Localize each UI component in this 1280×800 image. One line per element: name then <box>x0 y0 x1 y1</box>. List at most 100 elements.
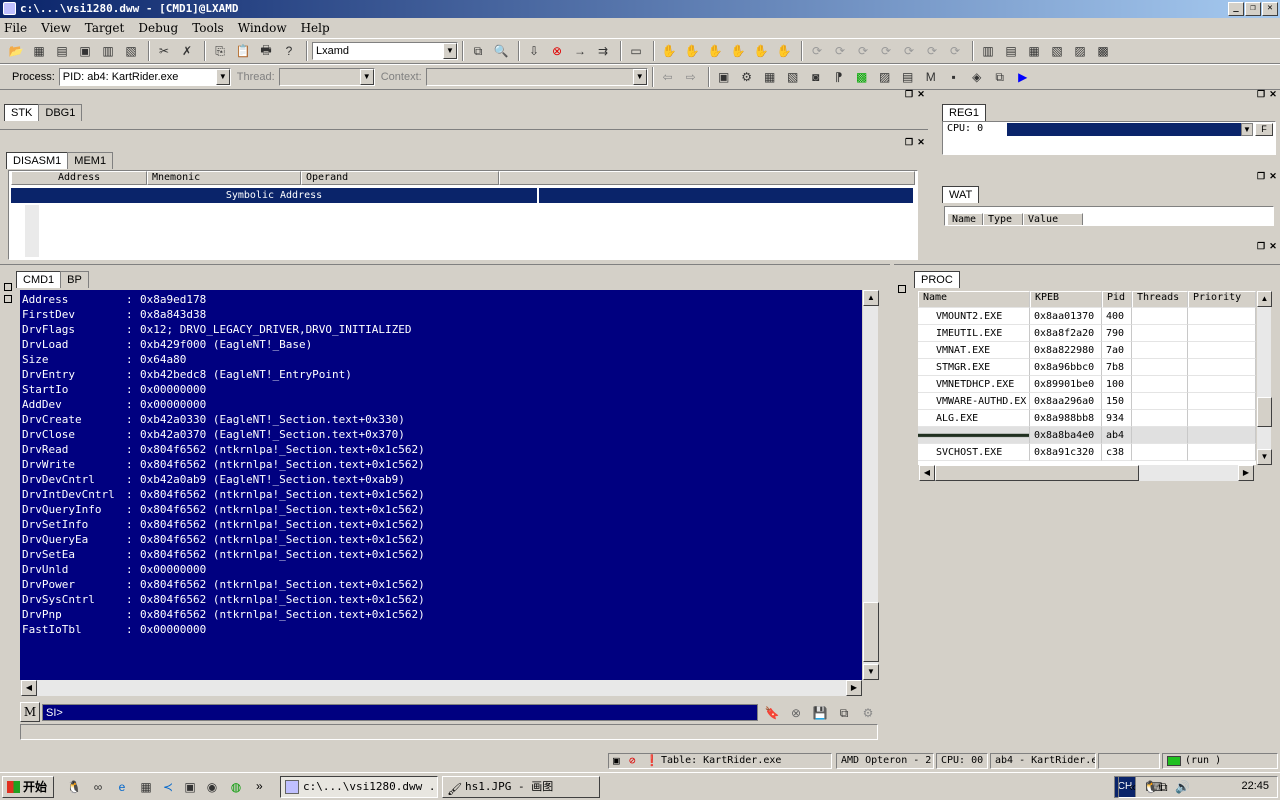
quicklaunch-grid-icon[interactable]: ▦ <box>136 777 156 797</box>
disasm-view[interactable]: Address Mnemonic Operand Symbolic Addres… <box>8 170 918 260</box>
tool12-icon[interactable]: ◈ <box>967 67 987 87</box>
trace1-icon[interactable]: ⟳ <box>807 41 827 61</box>
tab-cmd1[interactable]: CMD1 <box>16 271 62 288</box>
col-proc-threads[interactable]: Threads <box>1132 291 1188 308</box>
chevron-down-icon[interactable]: ▼ <box>359 69 374 85</box>
window-icon[interactable]: ⧉ <box>834 703 854 723</box>
pane-restore-icon[interactable]: ❐ <box>904 138 914 148</box>
col-address[interactable]: Address <box>11 171 147 185</box>
copy-icon[interactable]: ⎘ <box>210 41 230 61</box>
pane-close-icon[interactable]: ✕ <box>1268 172 1278 182</box>
tool7-icon[interactable]: ▩ <box>852 67 872 87</box>
menu-view[interactable]: View <box>41 21 71 35</box>
workspace-close-icon[interactable]: ▣ <box>75 41 95 61</box>
process-row[interactable]: ALG.EXE 0x8a988bb8 934 <box>918 410 1256 427</box>
process-vscrollbar[interactable]: ▲ ▼ <box>1256 291 1272 465</box>
workspace-delete-icon[interactable]: ▥ <box>98 41 118 61</box>
scroll-thumb[interactable] <box>935 465 1139 481</box>
hand3-icon[interactable]: ✋ <box>728 41 748 61</box>
scroll-thumb[interactable] <box>1257 397 1272 427</box>
process-combo[interactable]: PID: ab4: KartRider.exe ▼ <box>58 68 231 86</box>
tray-volume-icon[interactable]: 🔊 <box>1175 780 1190 794</box>
tray-clock[interactable]: 22:45 <box>1241 780 1269 792</box>
view2-icon[interactable]: ▧ <box>1047 41 1067 61</box>
col-type[interactable]: Type <box>983 213 1023 225</box>
pane-restore-icon[interactable]: ❐ <box>904 90 914 100</box>
task-paint[interactable]: 🖌 hs1.JPG - 画图 <box>442 776 600 798</box>
scroll-right-icon[interactable]: ▶ <box>1238 465 1254 481</box>
workspace-icon[interactable]: ▦ <box>29 41 49 61</box>
step-icon[interactable]: ⇩ <box>524 41 544 61</box>
pane-close-icon[interactable]: ✕ <box>1268 242 1278 252</box>
tab-wat[interactable]: WAT <box>942 186 980 203</box>
hand4-icon[interactable]: ✋ <box>751 41 771 61</box>
tray-qq-icon[interactable]: 🐧 <box>1143 780 1158 794</box>
menu-tools[interactable]: Tools <box>192 21 224 35</box>
scroll-down-icon[interactable]: ▼ <box>1257 449 1272 465</box>
restore-button[interactable]: ❐ <box>1245 2 1261 16</box>
scroll-thumb[interactable] <box>863 602 879 662</box>
col-proc-name[interactable]: Name <box>918 291 1030 308</box>
tab-mem1[interactable]: MEM1 <box>67 152 114 169</box>
view1-icon[interactable]: ▦ <box>1024 41 1044 61</box>
workspace-save-icon[interactable]: ▤ <box>52 41 72 61</box>
pane-pin-icon[interactable] <box>4 283 12 291</box>
connect-icon[interactable]: ⧉ <box>468 41 488 61</box>
settings-icon[interactable]: ⚙ <box>858 703 878 723</box>
hand1-icon[interactable]: ✋ <box>682 41 702 61</box>
cancel-icon[interactable]: ⊗ <box>786 703 806 723</box>
start-button[interactable]: 开始 <box>2 776 54 798</box>
halt-icon[interactable]: ✋ <box>659 41 679 61</box>
tab-proc[interactable]: PROC <box>914 271 960 288</box>
command-output[interactable]: Address:0x8a9ed178 FirstDev:0x8a843d38 Drv… <box>20 290 862 680</box>
command-input[interactable]: SI> <box>42 704 758 721</box>
quicklaunch-arrow-icon[interactable]: ≺ <box>158 777 178 797</box>
window-list-icon[interactable]: ▭ <box>626 41 646 61</box>
print-icon[interactable]: 🖶 <box>256 41 276 61</box>
process-row[interactable]: VMNETDHCP.EXE 0x89901be0 100 <box>918 376 1256 393</box>
quicklaunch-disc-icon[interactable]: ◉ <box>202 777 222 797</box>
cpu-select[interactable] <box>1007 123 1243 136</box>
view4-icon[interactable]: ▩ <box>1093 41 1113 61</box>
notes-icon[interactable]: ▧ <box>121 41 141 61</box>
context-combo[interactable]: ▼ <box>425 68 648 86</box>
menu-file[interactable]: File <box>4 21 27 35</box>
tool13-icon[interactable]: ⧉ <box>990 67 1010 87</box>
trace3-icon[interactable]: ⟳ <box>853 41 873 61</box>
tool9-icon[interactable]: ▤ <box>898 67 918 87</box>
pane-close-icon[interactable]: ✕ <box>916 90 926 100</box>
quicklaunch-link-icon[interactable]: ∞ <box>88 777 108 797</box>
delete-icon[interactable]: ✗ <box>177 41 197 61</box>
col-name[interactable]: Name <box>947 213 983 225</box>
hand5-icon[interactable]: ✋ <box>774 41 794 61</box>
paste-icon[interactable]: 📋 <box>233 41 253 61</box>
quicklaunch-app-icon[interactable]: ▣ <box>180 777 200 797</box>
menu-help[interactable]: Help <box>301 21 330 35</box>
quicklaunch-more[interactable]: » <box>256 779 263 793</box>
process-row[interactable]: STMGR.EXE 0x8a96bbc0 7b8 <box>918 359 1256 376</box>
process-row[interactable]: VMOUNT2.EXE 0x8aa01370 400 <box>918 308 1256 325</box>
save-icon[interactable]: 💾 <box>810 703 830 723</box>
col-proc-kpeb[interactable]: KPEB <box>1030 291 1102 308</box>
col-extra[interactable] <box>499 171 915 185</box>
console-vscrollbar[interactable]: ▲ ▼ <box>862 290 879 680</box>
cut-icon[interactable]: ✂ <box>154 41 174 61</box>
pane-restore-icon[interactable]: ❐ <box>1256 172 1266 182</box>
ctx-back-icon[interactable]: ⇦ <box>658 67 678 87</box>
menu-target[interactable]: Target <box>85 21 125 35</box>
pane-restore-icon[interactable]: ❐ <box>1256 242 1266 252</box>
tool5-icon[interactable]: ◙ <box>806 67 826 87</box>
quicklaunch-qq-icon[interactable]: 🐧 <box>64 777 84 797</box>
trace4-icon[interactable]: ⟳ <box>876 41 896 61</box>
col-operand[interactable]: Operand <box>301 171 499 185</box>
scroll-left-icon[interactable]: ◀ <box>21 680 37 696</box>
tool3-icon[interactable]: ▦ <box>760 67 780 87</box>
target-combo[interactable]: Lxamd ▼ <box>312 42 458 60</box>
process-row[interactable]: 0x8a8ba4e0 ab4 <box>918 427 1256 444</box>
tool1-icon[interactable]: ▣ <box>714 67 734 87</box>
hand2-icon[interactable]: ✋ <box>705 41 725 61</box>
process-row[interactable]: SVCHOST.EXE 0x8a91c320 c38 <box>918 444 1256 461</box>
target-search-icon[interactable]: 🔍 <box>491 41 511 61</box>
view3-icon[interactable]: ▨ <box>1070 41 1090 61</box>
process-row[interactable]: VMWARE-AUTHD.EX 0x8aa296a0 150 <box>918 393 1256 410</box>
